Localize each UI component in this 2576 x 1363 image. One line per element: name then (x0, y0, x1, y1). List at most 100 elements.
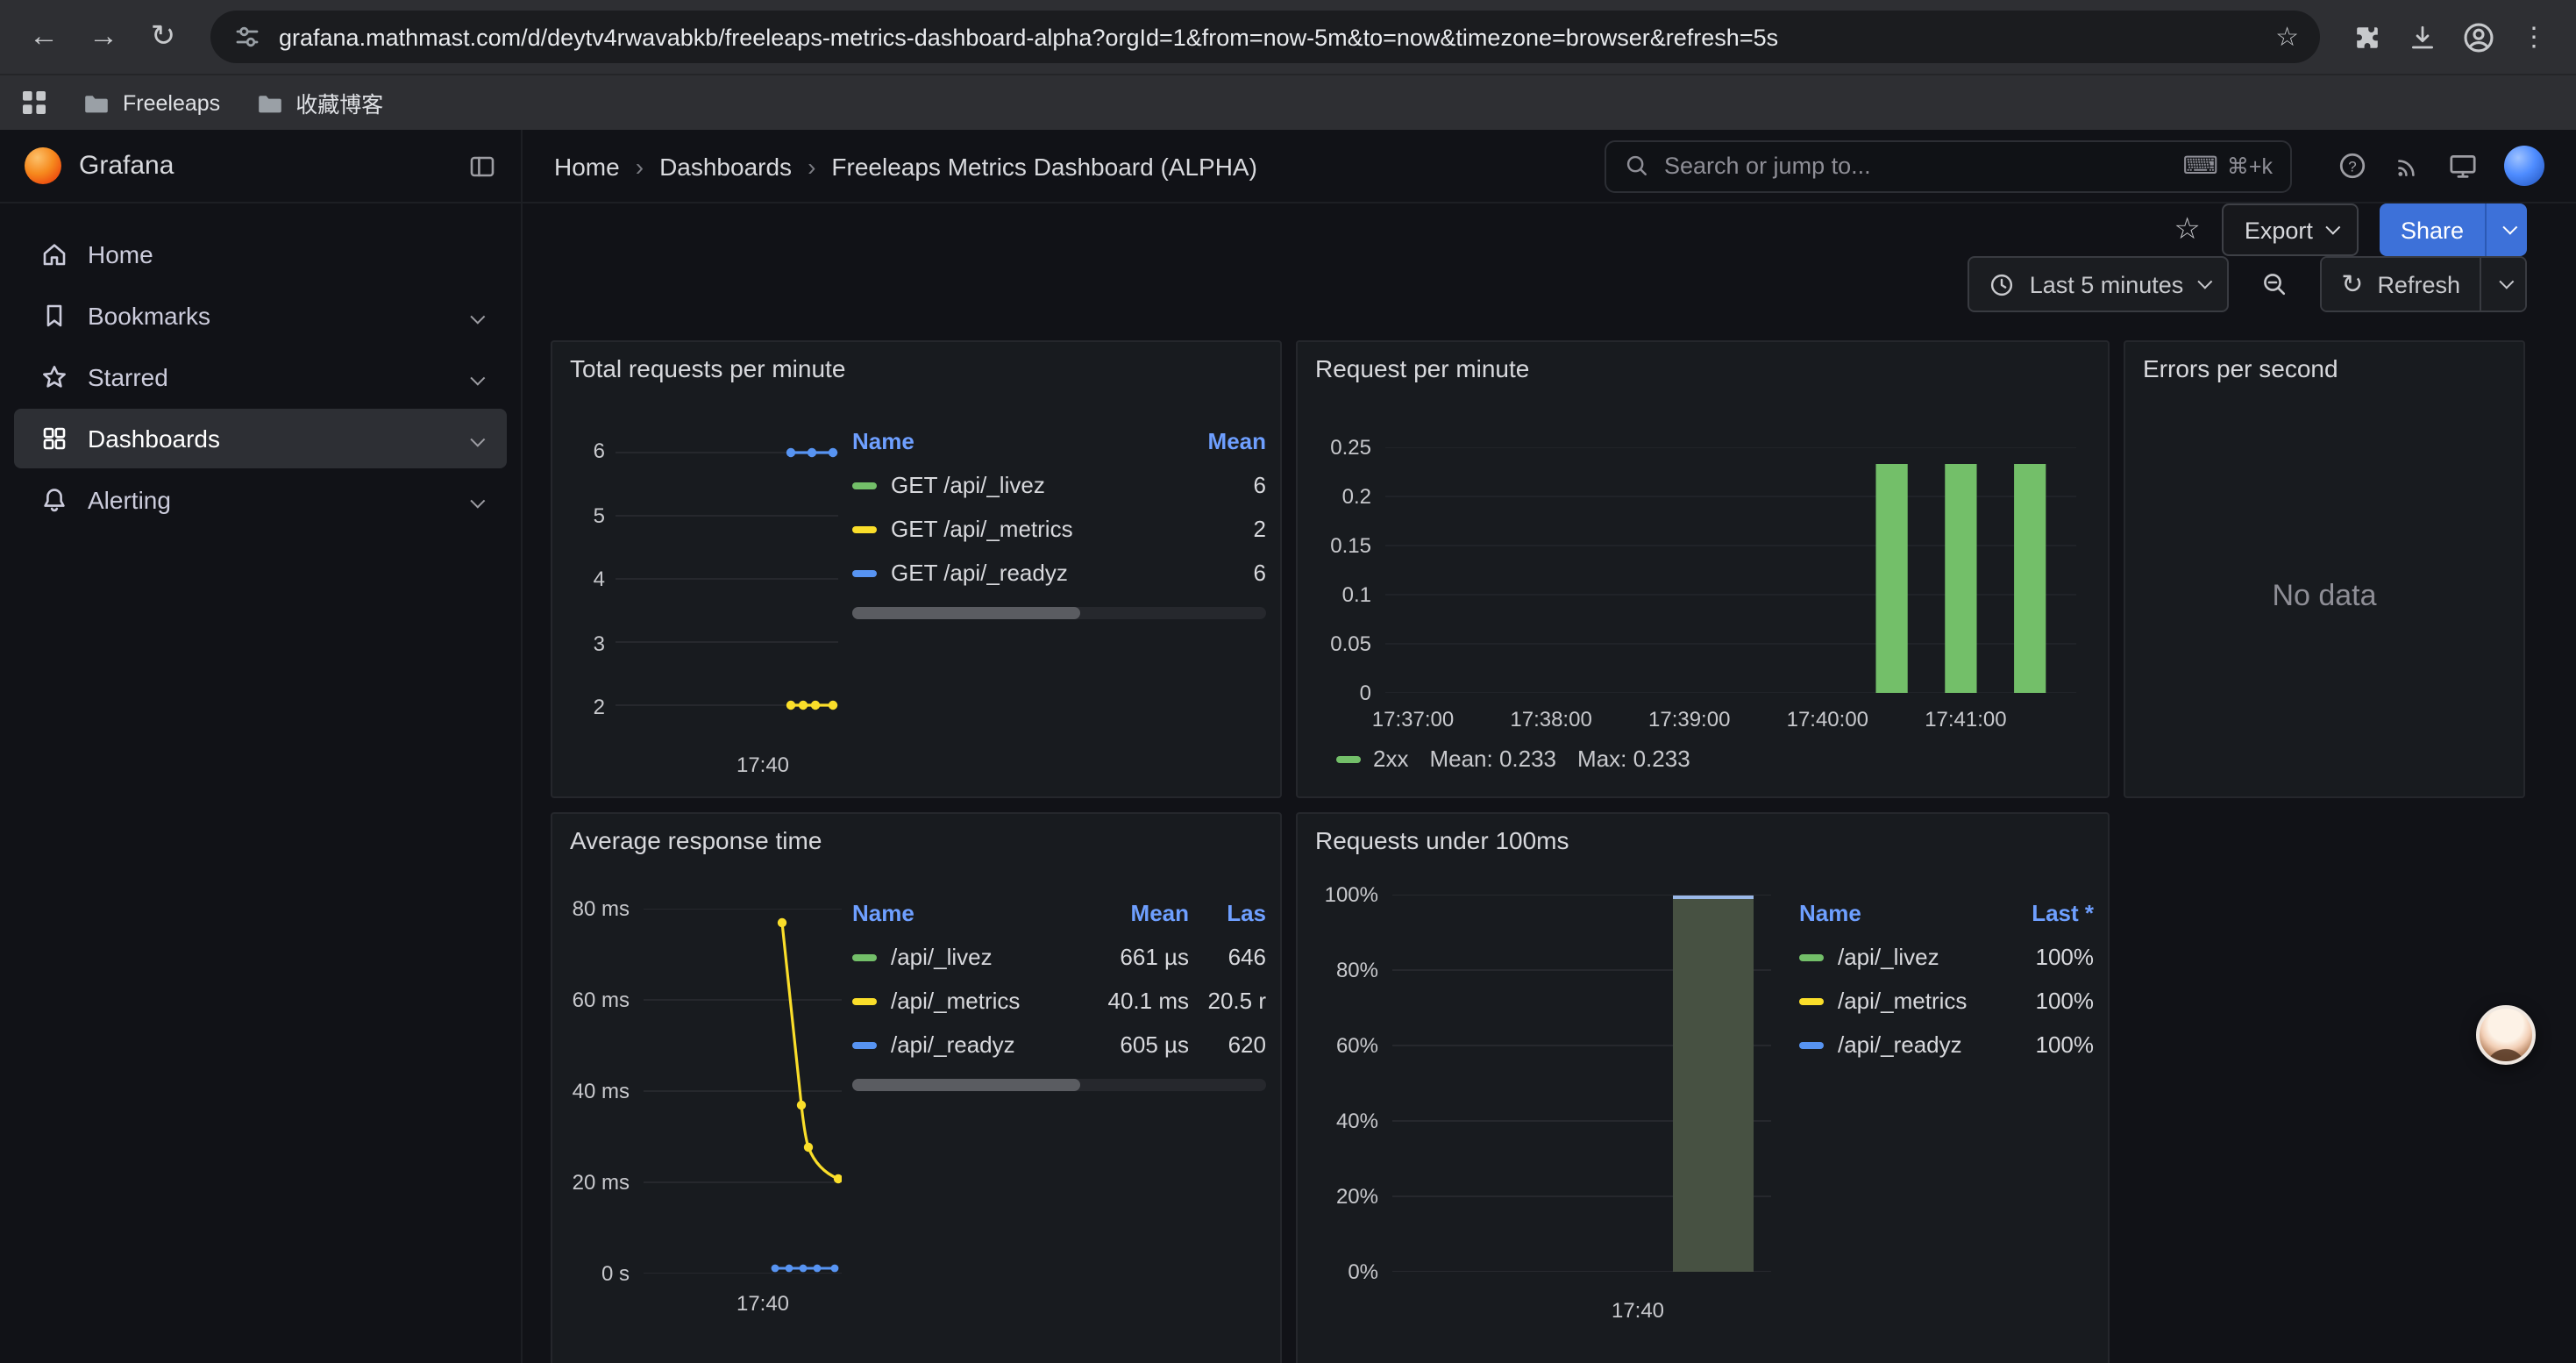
star-icon (40, 363, 68, 391)
panel-title[interactable]: Requests under 100ms (1298, 814, 2108, 867)
download-icon[interactable] (2397, 12, 2446, 61)
reload-button[interactable]: ↻ (137, 11, 189, 63)
breadcrumb-home[interactable]: Home (554, 152, 620, 180)
series-mean: 40.1 ms (1091, 988, 1189, 1014)
legend-header-name[interactable]: Name (852, 428, 1171, 454)
legend-row[interactable]: /api/_readyz 605 µs 620 (852, 1023, 1266, 1067)
refresh-main-segment[interactable]: ↻ Refresh (2322, 258, 2480, 310)
breadcrumb-current-page: Freeleaps Metrics Dashboard (ALPHA) (831, 152, 1257, 180)
url-input[interactable] (279, 24, 2259, 50)
avg-response-time-chart[interactable]: 80 ms 60 ms 40 ms 20 ms 0 s (566, 867, 842, 1361)
scrollbar-thumb[interactable] (852, 1079, 1080, 1091)
share-menu-segment[interactable] (2485, 203, 2527, 256)
browser-profile-icon[interactable] (2453, 12, 2502, 61)
scrollbar-thumb[interactable] (852, 607, 1080, 619)
bar-plot[interactable] (1392, 895, 1771, 1272)
legend-row[interactable]: /api/_readyz 100% (1799, 1023, 2094, 1067)
dashboards-grid-icon (40, 425, 68, 453)
chevron-down-icon[interactable] (470, 363, 480, 391)
help-icon[interactable]: ? (2338, 151, 2367, 181)
omnibox[interactable]: ☆ (210, 11, 2320, 63)
chevron-down-icon[interactable] (470, 302, 480, 330)
requests-per-minute-chart[interactable]: 0.25 0.2 0.15 0.1 0.05 0 (1312, 395, 2094, 786)
legend-row[interactable]: GET /api/_metrics 2 (852, 507, 1266, 551)
user-avatar[interactable] (2504, 146, 2544, 186)
grafana-logo[interactable] (25, 147, 61, 184)
chevron-down-icon[interactable] (470, 425, 480, 453)
sidebar-item-bookmarks[interactable]: Bookmarks (14, 286, 507, 346)
extensions-icon[interactable] (2341, 12, 2390, 61)
share-label-segment[interactable]: Share (2380, 203, 2485, 256)
panel-title[interactable]: Average response time (552, 814, 1280, 867)
legend-row[interactable]: /api/_livez 100% (1799, 935, 2094, 979)
legend-row[interactable]: GET /api/_livez 6 (852, 463, 1266, 507)
chevron-down-icon (2501, 220, 2516, 235)
kiosk-monitor-icon[interactable] (2448, 151, 2478, 181)
bookmark-star-icon[interactable]: ☆ (2275, 21, 2299, 53)
legend-header-row: Name Last * (1799, 891, 2094, 935)
assistant-avatar[interactable] (2476, 1005, 2536, 1065)
bookmark-folder-freeleaps[interactable]: Freeleaps (82, 90, 220, 115)
y-tick: 3 (551, 633, 605, 654)
series-swatch-yellow (852, 525, 877, 532)
refresh-interval-segment[interactable] (2480, 258, 2525, 310)
legend-item-2xx[interactable]: 2xx (1336, 746, 1408, 772)
legend-row[interactable]: /api/_livez 661 µs 646 (852, 935, 1266, 979)
share-button[interactable]: Share (2380, 203, 2527, 256)
sidebar-item-home[interactable]: Home (14, 225, 507, 284)
legend-header-mean[interactable]: Mean (1091, 900, 1189, 926)
panel-title[interactable]: Errors per second (2125, 342, 2523, 395)
x-tick: 17:38:00 (1510, 707, 1591, 731)
y-tick: 0.15 (1305, 535, 1371, 556)
back-icon: ← (29, 19, 59, 54)
sidebar-toggle-icon[interactable] (468, 152, 496, 180)
legend-header-mean[interactable]: Mean (1185, 428, 1266, 454)
legend-scrollbar[interactable] (852, 1079, 1266, 1091)
back-button[interactable]: ← (18, 11, 70, 63)
panel-title[interactable]: Total requests per minute (552, 342, 1280, 395)
brand-name: Grafana (79, 151, 174, 181)
favorite-star-icon[interactable]: ☆ (2174, 212, 2201, 247)
legend-header-last[interactable]: Last * (2013, 900, 2094, 926)
site-settings-icon[interactable] (231, 21, 263, 53)
series-name: GET /api/_livez (891, 472, 1171, 498)
x-tick: 17:39:00 (1648, 707, 1730, 731)
search-input[interactable] (1664, 153, 2168, 179)
export-button[interactable]: Export (2222, 203, 2359, 256)
sidebar-item-alerting[interactable]: Alerting (14, 470, 507, 530)
chevron-down-icon[interactable] (470, 486, 480, 514)
grafana-app: Grafana Home › Dashboards › Freeleaps Me… (0, 130, 2576, 1363)
sidebar-item-starred[interactable]: Starred (14, 347, 507, 407)
y-tick: 4 (551, 568, 605, 589)
y-tick: 80 ms (563, 898, 630, 919)
browser-menu-icon[interactable]: ⋮ (2509, 12, 2558, 61)
nav-brand-area: Grafana (0, 130, 523, 202)
legend-row[interactable]: /api/_metrics 40.1 ms 20.5 r (852, 979, 1266, 1023)
legend-header-name[interactable]: Name (1799, 900, 1999, 926)
legend-header-name[interactable]: Name (852, 900, 1077, 926)
legend-header-last[interactable]: Las (1203, 900, 1266, 926)
total-requests-chart[interactable]: 6 5 4 3 2 (566, 395, 842, 786)
time-range-picker[interactable]: Last 5 minutes (1968, 256, 2230, 312)
legend-row[interactable]: GET /api/_readyz 6 (852, 551, 1266, 595)
grafana-body: Home Bookmarks Starred Dashboards (0, 203, 2576, 1363)
news-rss-icon[interactable] (2394, 152, 2422, 180)
line-plot[interactable] (616, 440, 838, 717)
bar-plot[interactable] (1385, 447, 2076, 693)
bookmark-folder-blog[interactable]: 收藏博客 (255, 86, 383, 119)
search-box[interactable]: ⌨ ⌘+k (1605, 139, 2292, 192)
breadcrumb-dashboards[interactable]: Dashboards (659, 152, 792, 180)
apps-grid-icon[interactable] (21, 89, 47, 116)
legend-row[interactable]: /api/_metrics 100% (1799, 979, 2094, 1023)
legend-scrollbar[interactable] (852, 607, 1266, 619)
series-last: 620 (1203, 1031, 1266, 1058)
forward-button[interactable]: → (77, 11, 130, 63)
panel-title[interactable]: Request per minute (1298, 342, 2108, 395)
requests-under-100ms-chart[interactable]: 100% 80% 60% 40% 20% 0% (1312, 867, 1789, 1361)
zoom-out-button[interactable] (2246, 256, 2302, 312)
refresh-button[interactable]: ↻ Refresh (2320, 256, 2527, 312)
line-plot[interactable] (644, 909, 842, 1274)
sidebar-item-label: Alerting (88, 486, 171, 514)
panel-grid: Total requests per minute 6 5 4 3 2 (551, 340, 2527, 1363)
sidebar-item-dashboards[interactable]: Dashboards (14, 409, 507, 468)
